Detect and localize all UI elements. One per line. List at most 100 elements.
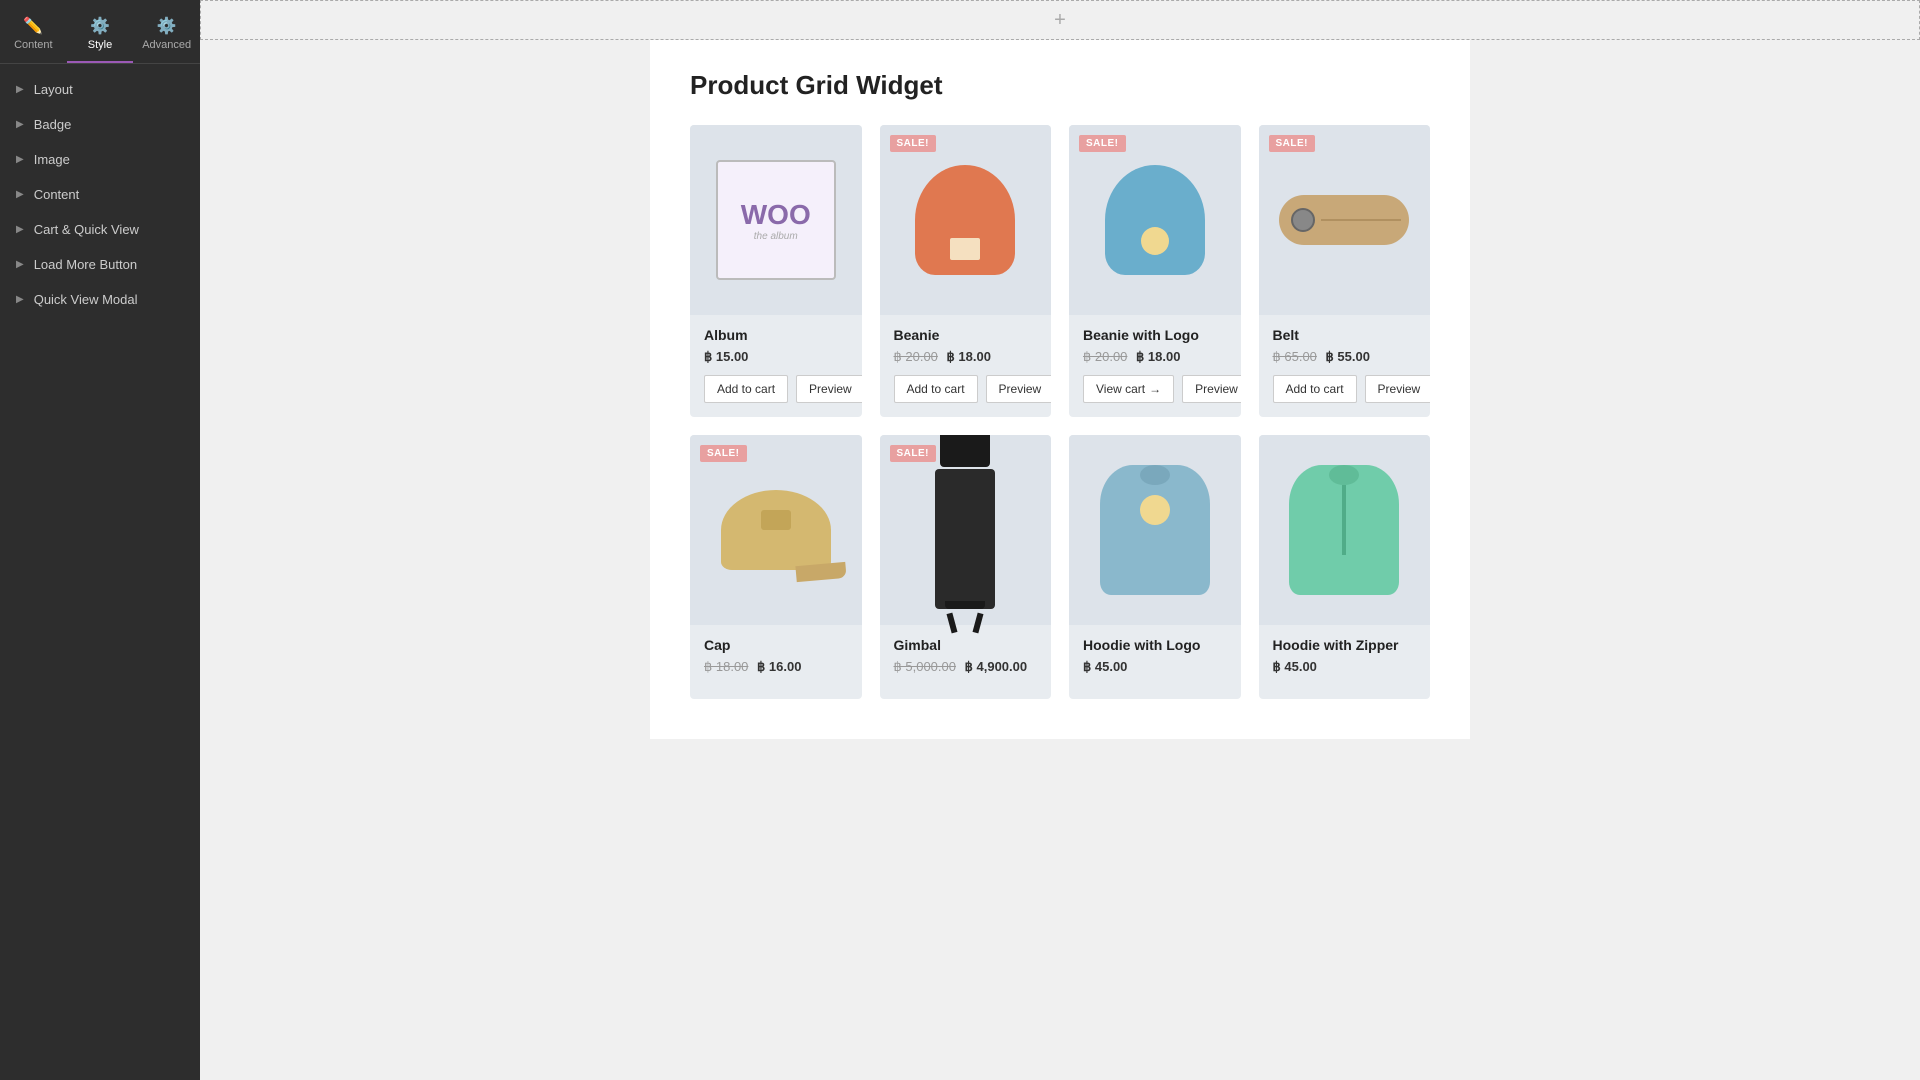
- price-original-beanie: ฿ 20.00: [894, 349, 938, 364]
- product-card-belt: SALE! Belt ฿ 65.00 ฿ 55.00: [1259, 125, 1431, 417]
- price-sale-beanie-logo: ฿ 18.00: [1136, 349, 1180, 364]
- sale-badge-cap: SALE!: [700, 445, 747, 462]
- add-section-icon: +: [1054, 9, 1066, 32]
- sidebar-item-content-label: Content: [34, 187, 80, 202]
- product-name-beanie-logo: Beanie with Logo: [1083, 327, 1227, 343]
- preview-beanie[interactable]: Preview: [986, 375, 1051, 403]
- product-name-cap: Cap: [704, 637, 848, 653]
- product-image-album: WOO the album: [690, 125, 862, 315]
- beanie-blue-image: [1105, 165, 1205, 275]
- arrow-icon: ▶: [16, 84, 24, 95]
- product-price-gimbal: ฿ 5,000.00 ฿ 4,900.00: [894, 659, 1038, 675]
- sidebar-item-quick-view-modal[interactable]: ▶ Quick View Modal: [0, 282, 200, 317]
- preview-album[interactable]: Preview: [796, 375, 861, 403]
- sale-badge-gimbal: SALE!: [890, 445, 937, 462]
- product-image-hoodie-logo: [1069, 435, 1241, 625]
- main-content: + Product Grid Widget WOO the album Albu…: [200, 0, 1920, 1080]
- sidebar-item-quick-view-label: Quick View Modal: [34, 292, 138, 307]
- price-original-cap: ฿ 18.00: [704, 659, 748, 674]
- hoodie-logo-container: [1100, 465, 1210, 595]
- gimbal-body: [935, 469, 995, 609]
- arrow-icon: ▶: [16, 154, 24, 165]
- view-cart-arrow: →: [1149, 382, 1161, 396]
- price-original-gimbal: ฿ 5,000.00: [894, 659, 957, 674]
- price-regular-hoodie-zipper: ฿ 45.00: [1273, 659, 1317, 674]
- arrow-icon: ▶: [16, 294, 24, 305]
- sidebar-item-load-more[interactable]: ▶ Load More Button: [0, 247, 200, 282]
- album-image-placeholder: WOO the album: [716, 160, 836, 280]
- sidebar-navigation: ▶ Layout ▶ Badge ▶ Image ▶ Content ▶ Car…: [0, 64, 200, 1080]
- product-actions-beanie: Add to cart Preview: [894, 375, 1038, 403]
- add-to-cart-beanie[interactable]: Add to cart: [894, 375, 978, 403]
- product-info-cap: Cap ฿ 18.00 ฿ 16.00: [690, 625, 862, 699]
- add-to-cart-album[interactable]: Add to cart: [704, 375, 788, 403]
- product-card-beanie-logo: SALE! Beanie with Logo ฿ 20.00 ฿ 18.00 V…: [1069, 125, 1241, 417]
- product-image-gimbal: SALE!: [880, 435, 1052, 625]
- product-price-cap: ฿ 18.00 ฿ 16.00: [704, 659, 848, 675]
- product-info-gimbal: Gimbal ฿ 5,000.00 ฿ 4,900.00: [880, 625, 1052, 699]
- product-card-hoodie-logo: Hoodie with Logo ฿ 45.00: [1069, 435, 1241, 699]
- product-info-beanie-logo: Beanie with Logo ฿ 20.00 ฿ 18.00 View ca…: [1069, 315, 1241, 417]
- sidebar-item-badge-label: Badge: [34, 117, 72, 132]
- product-price-belt: ฿ 65.00 ฿ 55.00: [1273, 349, 1417, 365]
- tab-content[interactable]: ✏️ Content: [0, 8, 67, 63]
- tab-style-label: Style: [88, 39, 112, 51]
- view-cart-label: View cart: [1096, 382, 1145, 396]
- sidebar-item-content[interactable]: ▶ Content: [0, 177, 200, 212]
- price-sale-cap: ฿ 16.00: [757, 659, 801, 674]
- price-regular-hoodie-logo: ฿ 45.00: [1083, 659, 1127, 674]
- gimbal-legs: [949, 613, 981, 633]
- view-cart-beanie-logo[interactable]: View cart →: [1083, 375, 1174, 403]
- advanced-icon: ⚙️: [157, 16, 177, 36]
- sidebar-item-layout[interactable]: ▶ Layout: [0, 72, 200, 107]
- arrow-icon: ▶: [16, 189, 24, 200]
- preview-beanie-logo[interactable]: Preview: [1182, 375, 1240, 403]
- product-image-hoodie-zipper: [1259, 435, 1431, 625]
- product-image-beanie-logo: SALE!: [1069, 125, 1241, 315]
- sidebar-item-cart-quick-view[interactable]: ▶ Cart & Quick View: [0, 212, 200, 247]
- product-image-beanie: SALE!: [880, 125, 1052, 315]
- product-price-hoodie-zipper: ฿ 45.00: [1273, 659, 1417, 675]
- widget-area: Product Grid Widget WOO the album Album …: [650, 40, 1470, 739]
- sidebar: ✏️ Content ⚙️ Style ⚙️ Advanced ▶ Layout…: [0, 0, 200, 1080]
- sidebar-item-badge[interactable]: ▶ Badge: [0, 107, 200, 142]
- sale-badge-beanie-logo: SALE!: [1079, 135, 1126, 152]
- sidebar-item-image[interactable]: ▶ Image: [0, 142, 200, 177]
- product-name-beanie: Beanie: [894, 327, 1038, 343]
- tab-advanced-label: Advanced: [142, 39, 191, 51]
- product-price-hoodie-logo: ฿ 45.00: [1083, 659, 1227, 675]
- arrow-icon: ▶: [16, 224, 24, 235]
- sale-badge-beanie: SALE!: [890, 135, 937, 152]
- product-info-belt: Belt ฿ 65.00 ฿ 55.00 Add to cart Preview: [1259, 315, 1431, 417]
- gimbal-camera: [940, 435, 990, 467]
- add-section-bar[interactable]: +: [200, 0, 1920, 40]
- product-price-album: ฿ 15.00: [704, 349, 848, 365]
- style-icon: ⚙️: [90, 16, 110, 36]
- sidebar-item-load-more-label: Load More Button: [34, 257, 137, 272]
- arrow-icon: ▶: [16, 259, 24, 270]
- product-card-gimbal: SALE! Gimbal ฿ 5,: [880, 435, 1052, 699]
- cap-image: [721, 490, 831, 570]
- product-grid: WOO the album Album ฿ 15.00 Add to cart …: [690, 125, 1430, 699]
- tab-advanced[interactable]: ⚙️ Advanced: [133, 8, 200, 63]
- sale-badge-belt: SALE!: [1269, 135, 1316, 152]
- product-actions-beanie-logo: View cart → Preview: [1083, 375, 1227, 403]
- tab-style[interactable]: ⚙️ Style: [67, 8, 134, 63]
- hoodie-blue-image: [1100, 465, 1210, 595]
- product-info-beanie: Beanie ฿ 20.00 ฿ 18.00 Add to cart Previ…: [880, 315, 1052, 417]
- product-card-beanie: SALE! Beanie ฿ 20.00 ฿ 18.00 Add to cart…: [880, 125, 1052, 417]
- preview-belt[interactable]: Preview: [1365, 375, 1430, 403]
- belt-image: [1279, 195, 1409, 245]
- arrow-icon: ▶: [16, 119, 24, 130]
- add-to-cart-belt[interactable]: Add to cart: [1273, 375, 1357, 403]
- product-actions-belt: Add to cart Preview: [1273, 375, 1417, 403]
- product-name-gimbal: Gimbal: [894, 637, 1038, 653]
- product-image-belt: SALE!: [1259, 125, 1431, 315]
- product-name-belt: Belt: [1273, 327, 1417, 343]
- belt-image-container: [1279, 195, 1409, 245]
- product-info-hoodie-zipper: Hoodie with Zipper ฿ 45.00: [1259, 625, 1431, 699]
- price-regular-album: ฿ 15.00: [704, 349, 748, 364]
- price-original-belt: ฿ 65.00: [1273, 349, 1317, 364]
- widget-title: Product Grid Widget: [690, 70, 1430, 101]
- product-card-hoodie-zipper: Hoodie with Zipper ฿ 45.00: [1259, 435, 1431, 699]
